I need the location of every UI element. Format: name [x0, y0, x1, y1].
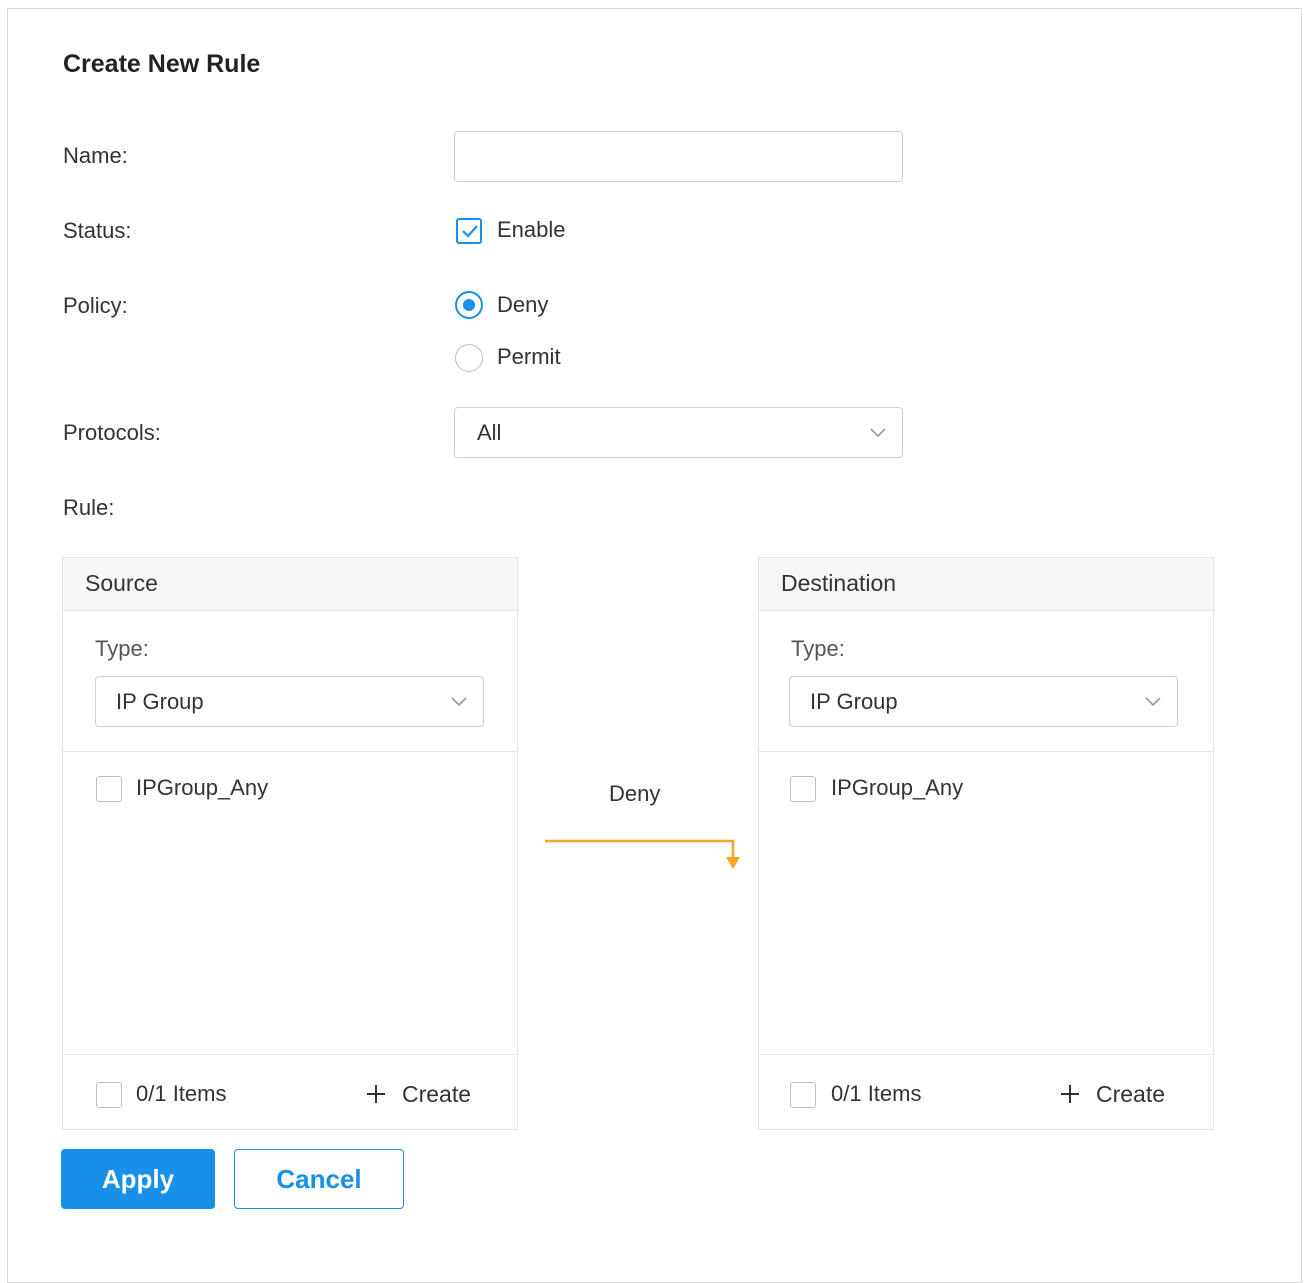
chevron-down-icon [870, 428, 886, 438]
connector-policy-label: Deny [609, 781, 661, 806]
source-panel-header: Source [63, 558, 517, 611]
name-label: Name: [63, 143, 128, 168]
plus-icon [367, 1085, 385, 1103]
source-type-select[interactable]: IP Group [95, 676, 484, 727]
source-item-label: IPGroup_Any [136, 775, 269, 800]
status-label: Status: [63, 218, 132, 243]
destination-create-label: Create [1096, 1081, 1166, 1107]
divider [63, 751, 517, 752]
divider [759, 751, 1213, 752]
chevron-down-icon [451, 697, 467, 707]
policy-deny-label: Deny [497, 292, 549, 317]
protocols-label: Protocols: [63, 420, 161, 445]
source-select-all-checkbox[interactable] [96, 1082, 122, 1108]
policy-label: Policy: [63, 293, 128, 318]
policy-deny-radio[interactable] [455, 291, 483, 319]
checkmark-icon [462, 225, 478, 238]
status-enable-label: Enable [497, 217, 566, 242]
plus-icon [1061, 1085, 1079, 1103]
flow-arrow-icon [545, 839, 740, 869]
policy-permit-label: Permit [497, 344, 561, 369]
source-panel: Source Type: IP Group IPGroup_Any 0/1 It… [62, 557, 518, 1130]
destination-panel-title: Destination [781, 570, 897, 596]
page-title: Create New Rule [63, 50, 261, 78]
source-items-count: 0/1 Items [136, 1081, 227, 1106]
policy-permit-radio[interactable] [455, 344, 483, 372]
protocols-select[interactable]: All [454, 407, 903, 458]
destination-select-all-checkbox[interactable] [790, 1082, 816, 1108]
destination-panel: Destination Type: IP Group IPGroup_Any 0… [758, 557, 1214, 1130]
rule-label: Rule: [63, 495, 115, 520]
destination-panel-header: Destination [759, 558, 1213, 611]
source-panel-title: Source [85, 570, 158, 596]
destination-type-label: Type: [791, 636, 845, 661]
destination-item-checkbox[interactable] [790, 776, 816, 802]
status-enable-checkbox[interactable] [456, 218, 482, 244]
divider [63, 1054, 517, 1055]
apply-button[interactable]: Apply [61, 1149, 215, 1209]
source-item-checkbox[interactable] [96, 776, 122, 802]
source-create-label: Create [402, 1081, 472, 1107]
name-input[interactable] [454, 131, 903, 182]
destination-type-value: IP Group [810, 689, 898, 714]
cancel-button[interactable]: Cancel [234, 1149, 404, 1209]
protocols-select-value: All [477, 420, 502, 445]
source-type-label: Type: [95, 636, 149, 661]
destination-item-label: IPGroup_Any [831, 775, 964, 800]
divider [759, 1054, 1213, 1055]
destination-items-count: 0/1 Items [831, 1081, 922, 1106]
chevron-down-icon [1145, 697, 1161, 707]
destination-type-select[interactable]: IP Group [789, 676, 1178, 727]
source-type-value: IP Group [116, 689, 204, 714]
